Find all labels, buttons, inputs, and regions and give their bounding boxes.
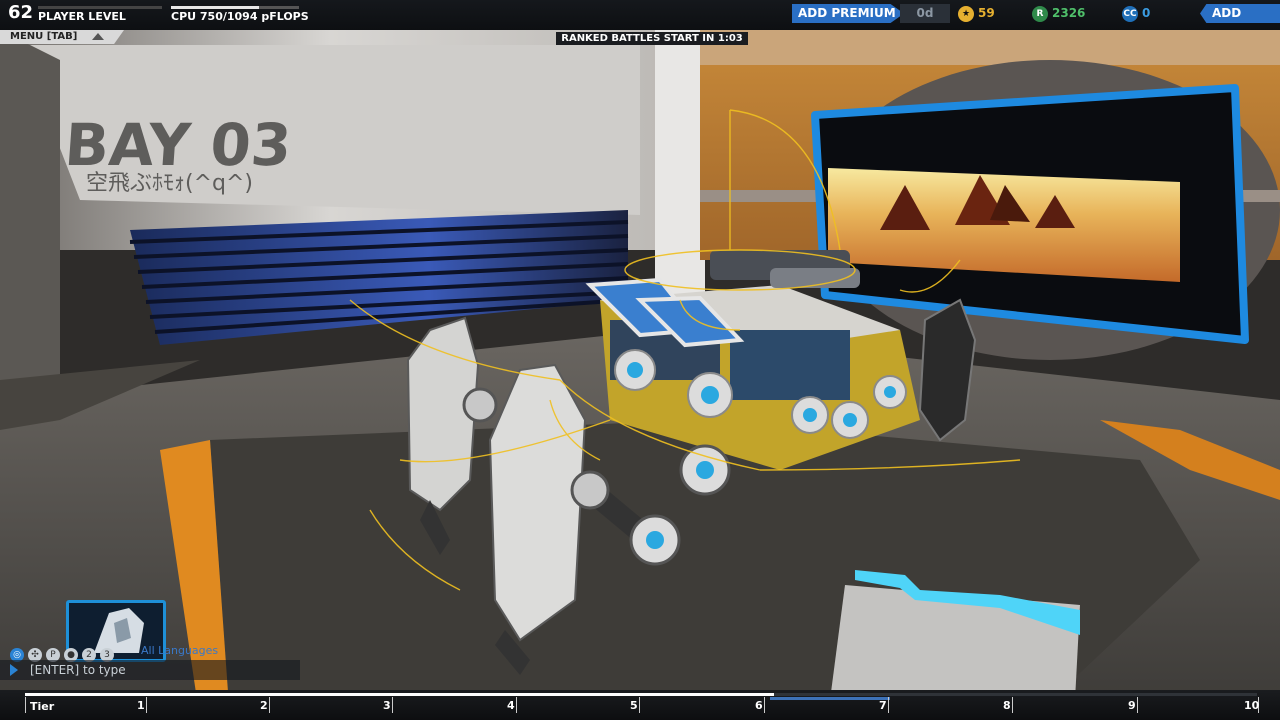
tier-tick (146, 697, 147, 713)
garage-scene: BAY 03 空飛ぶﾎﾓｫ(^q^) (0, 30, 1280, 720)
robot-name: 空飛ぶﾎﾓｫ(^q^) (86, 171, 253, 196)
cosmetic-credits-icon: CC (1122, 5, 1138, 22)
player-level-number: 62 (8, 2, 34, 23)
tier-bar (0, 690, 1280, 720)
tier-tick (269, 697, 270, 713)
robits-value: 2326 (1052, 6, 1086, 20)
add-funds-button[interactable]: ADD FUNDS (1200, 4, 1280, 23)
robits-icon: R (1032, 5, 1048, 22)
tier-tick (764, 697, 765, 713)
cpu-label: CPU 750/1094 pFLOPS (171, 10, 309, 23)
tier-next-segment (770, 697, 890, 700)
tier-tick (516, 697, 517, 713)
tier-tick-label: 7 (879, 699, 887, 712)
premium-days: 0d (900, 4, 950, 23)
tier-tick-label: 2 (260, 699, 268, 712)
tier-tick-label: 3 (383, 699, 391, 712)
cpu-bar (171, 6, 299, 9)
add-premium-button[interactable]: ADD PREMIUM (792, 4, 904, 23)
tier-tick-label: 4 (507, 699, 515, 712)
chat-input[interactable] (30, 662, 290, 678)
tier-tick (639, 697, 640, 713)
tier-tick (1137, 697, 1138, 713)
cosmetic-credits-stat[interactable]: CC 0 (1122, 4, 1150, 23)
tier-tick-label: 9 (1128, 699, 1136, 712)
tier-progress-fill (25, 693, 775, 696)
chat-channel-icons: ◎ ✣ P ● 2 3 (10, 642, 118, 662)
menu-button[interactable]: MENU [TAB] (0, 30, 124, 44)
stars-value: 59 (978, 6, 995, 20)
ranked-countdown-banner: RANKED BATTLES START IN 1:03 (556, 32, 748, 45)
star-icon: ★ (958, 5, 974, 22)
player-level-bar (38, 6, 162, 9)
stars-stat[interactable]: ★ 59 (958, 4, 995, 23)
tier-tick-label: 1 (137, 699, 145, 712)
map-preview-monitor (811, 84, 1249, 344)
chat-input-row (0, 660, 300, 680)
tier-tick (888, 697, 889, 713)
chat-language[interactable]: All Languages (141, 644, 218, 657)
bay-title: BAY 03 (62, 111, 293, 179)
cpu-bar-fill (171, 6, 259, 9)
tier-tick (25, 697, 26, 713)
player-level-label: PLAYER LEVEL (38, 10, 126, 23)
chat-arrow-icon (10, 664, 18, 676)
tier-tick-label: 6 (755, 699, 763, 712)
tier-tick-label: 10 (1244, 699, 1260, 712)
menu-arrow-icon (92, 33, 104, 40)
tier-tick-label: 8 (1003, 699, 1011, 712)
robits-stat[interactable]: R 2326 (1032, 4, 1085, 23)
tier-tick (392, 697, 393, 713)
tier-progress-track (25, 693, 1257, 696)
tier-tick (1012, 697, 1013, 713)
cosmetic-credits-value: 0 (1142, 6, 1151, 20)
menu-label: MENU [TAB] (10, 31, 78, 42)
tier-tick-label: 5 (630, 699, 638, 712)
tier-label: Tier (30, 700, 55, 713)
